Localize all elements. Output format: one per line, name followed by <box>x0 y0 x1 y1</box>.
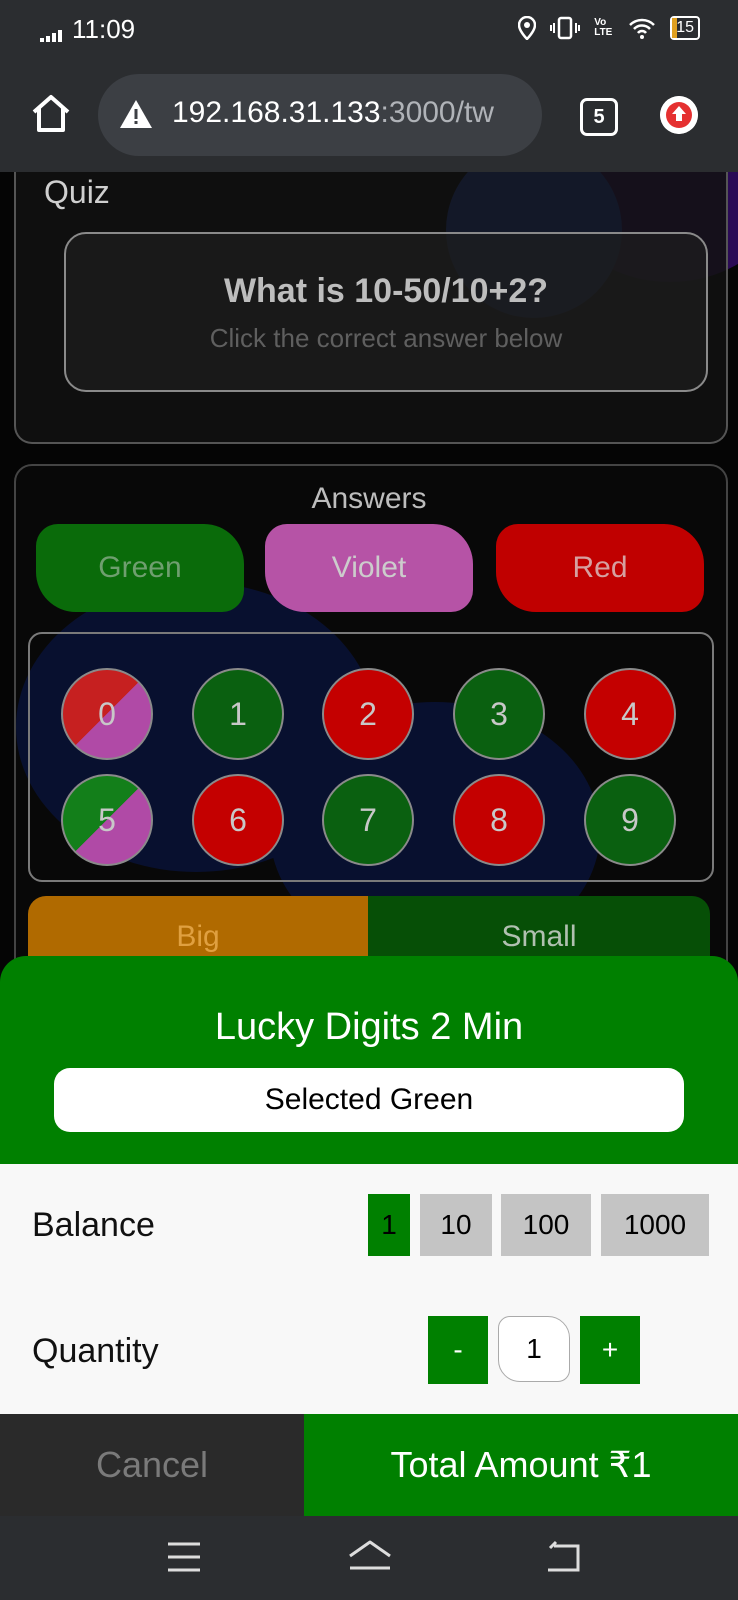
bet-sheet: Lucky Digits 2 Min Selected Green Balanc… <box>0 956 738 1516</box>
vibrate-icon <box>550 16 581 40</box>
number-button-2[interactable]: 2 <box>322 668 414 760</box>
chip-100[interactable]: 100 <box>501 1194 591 1256</box>
sheet-title: Lucky Digits 2 Min <box>214 1006 524 1048</box>
selected-indicator: Selected Green <box>54 1068 684 1132</box>
number-button-6[interactable]: 6 <box>192 774 284 866</box>
battery-icon: 15 <box>670 16 700 40</box>
status-icons: Vo LTE 15 <box>518 16 700 40</box>
update-icon[interactable] <box>660 96 698 134</box>
quiz-card: Quiz What is 10-50/10+2? Click the corre… <box>14 172 728 444</box>
question-box: What is 10-50/10+2? Click the correct an… <box>64 232 708 392</box>
sheet-footer: Cancel Total Amount ₹1 <box>0 1414 738 1516</box>
question-text: What is 10-50/10+2? <box>223 272 549 310</box>
address-bar[interactable]: 192.168.31.133:3000/tw <box>98 74 542 156</box>
wifi-icon <box>629 18 656 39</box>
tab-switcher-button[interactable]: 5 <box>580 98 618 136</box>
home-icon[interactable] <box>30 92 72 134</box>
location-icon <box>518 16 537 40</box>
number-button-3[interactable]: 3 <box>453 668 545 760</box>
signal-icon <box>40 30 68 42</box>
red-button[interactable]: Red <box>496 524 704 612</box>
number-button-4[interactable]: 4 <box>584 668 676 760</box>
quiz-title: Quiz <box>44 174 110 210</box>
home-nav-icon[interactable] <box>346 1538 394 1576</box>
sheet-header: Lucky Digits 2 Min Selected Green <box>0 956 738 1164</box>
big-button[interactable]: Big <box>28 896 368 956</box>
sheet-body: Balance 1 10 100 1000 Quantity - 1 + <box>0 1164 738 1414</box>
number-button-8[interactable]: 8 <box>453 774 545 866</box>
clock: 11:09 <box>72 14 136 44</box>
number-button-1[interactable]: 1 <box>192 668 284 760</box>
green-button[interactable]: Green <box>36 524 244 612</box>
status-bar: 11:09 Vo LTE 15 <box>0 0 738 60</box>
number-button-0[interactable]: 0 <box>61 668 153 760</box>
chip-10[interactable]: 10 <box>420 1194 492 1256</box>
quantity-label: Quantity <box>32 1332 159 1370</box>
chip-1000[interactable]: 1000 <box>601 1194 709 1256</box>
number-button-9[interactable]: 9 <box>584 774 676 866</box>
total-amount-button[interactable]: Total Amount ₹1 <box>304 1414 738 1516</box>
number-button-5[interactable]: 5 <box>61 774 153 866</box>
small-button[interactable]: Small <box>368 896 710 956</box>
url-text[interactable]: 192.168.31.133:3000/tw <box>172 96 494 130</box>
answers-title: Answers <box>311 482 427 515</box>
menu-icon[interactable] <box>166 1540 202 1574</box>
back-icon[interactable] <box>544 1540 582 1574</box>
balance-label: Balance <box>32 1206 155 1244</box>
browser-toolbar: 192.168.31.133:3000/tw 5 <box>0 60 738 172</box>
question-hint: Click the correct answer below <box>209 323 563 353</box>
quantity-minus-button[interactable]: - <box>428 1316 488 1384</box>
quantity-input[interactable]: 1 <box>498 1316 570 1382</box>
warning-icon[interactable] <box>118 98 154 130</box>
quantity-plus-button[interactable]: + <box>580 1316 640 1384</box>
cancel-button[interactable]: Cancel <box>0 1414 304 1516</box>
number-button-7[interactable]: 7 <box>322 774 414 866</box>
volte-icon: Vo LTE <box>594 17 613 38</box>
system-nav-bar <box>0 1516 738 1600</box>
violet-button[interactable]: Violet <box>265 524 473 612</box>
chip-1[interactable]: 1 <box>368 1194 410 1256</box>
